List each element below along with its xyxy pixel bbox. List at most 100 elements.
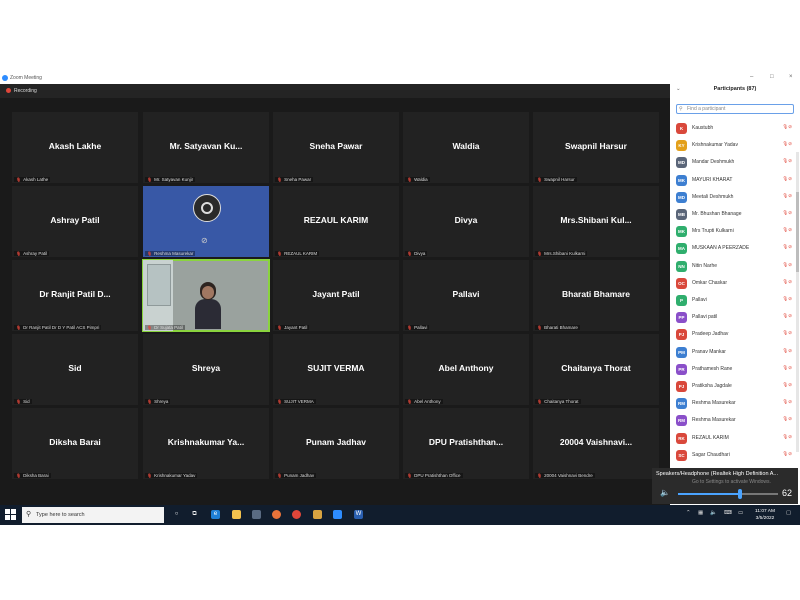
tile-label-text: Divya — [414, 251, 426, 256]
video-tile[interactable]: REZAUL KARIM 🎙 REZAUL KARIM — [273, 186, 399, 257]
network-icon[interactable]: ▦ — [698, 510, 703, 516]
participant-row[interactable]: MB Mr. Bhushan Bhanage 🎙⊘ — [670, 206, 796, 223]
participant-row[interactable]: PR Prathamesh Rane 🎙⊘ — [670, 361, 796, 378]
video-tile[interactable]: Ashray Patil 🎙 Ashray Patil — [12, 186, 138, 257]
participant-row[interactable]: MD Mandar Deshmukh 🎙⊘ — [670, 154, 796, 171]
chevron-down-icon[interactable]: ⌄ — [676, 86, 681, 92]
taskbar-search-placeholder: Type here to search — [36, 512, 85, 518]
taskbar-clock[interactable]: 11:07 AM 3/5/2022 — [750, 508, 780, 522]
tile-label-text: Punam Jadhav — [284, 473, 315, 478]
video-tile[interactable]: Dr Ranjit Patil D... 🎙 Dr Ranjit Patil Dr … — [12, 260, 138, 331]
participant-avatar: RK — [676, 432, 687, 444]
task-view-icon[interactable]: ⧉ — [190, 510, 199, 519]
tile-label-text: Dr Sujata Patil — [154, 325, 183, 330]
video-tile[interactable]: Swapnil Harsur 🎙 Swapnil Harsur — [533, 112, 659, 183]
participant-row[interactable]: MK MAYURI KHARAT 🎙⊘ — [670, 172, 796, 189]
video-tile[interactable]: 20004 Vaishnavi... 🎙 20004 Vaishnavi Bendr… — [533, 408, 659, 479]
video-tile[interactable]: DPU Pratishthan... 🎙 DPU Pratishthan Offic… — [403, 408, 529, 479]
participant-row[interactable]: PM Pranav Mankar 🎙⊘ — [670, 344, 796, 361]
tile-display-name: Sid — [68, 363, 82, 373]
tile-name-label: 🎙 Akash Lathe — [14, 177, 51, 182]
participant-row[interactable]: MA MUSKAAN A PEERZADE 🎙⊘ — [670, 240, 796, 257]
maximize-icon[interactable]: □ — [770, 74, 774, 80]
tile-display-name: Waldia — [452, 141, 480, 151]
clock-date: 3/5/2022 — [755, 516, 775, 521]
video-tile[interactable]: Bharati Bhamare 🎙 Bharati Bhamare — [533, 260, 659, 331]
close-icon[interactable]: × — [789, 74, 793, 80]
participant-row[interactable]: MK Mrs Trupti Kulkarni 🎙⊘ — [670, 223, 796, 240]
firefox-icon[interactable] — [272, 510, 281, 519]
participant-search-input[interactable]: ⚲ Find a participant — [676, 104, 794, 114]
video-tile[interactable]: Divya 🎙 Divya — [403, 186, 529, 257]
participant-list-scrollbar-thumb[interactable] — [796, 192, 799, 272]
video-tile[interactable]: Shreya 🎙 Shreya — [143, 334, 269, 405]
participant-name: Mr. Bhushan Bhanage — [692, 211, 742, 217]
video-tile[interactable]: Sneha Pawar 🎙 Sneha Pawar — [273, 112, 399, 183]
tile-label-text: Jayant Patil — [284, 325, 308, 330]
mic-muted-icon: 🎙 — [16, 325, 22, 330]
cortana-icon[interactable]: ○ — [172, 510, 181, 519]
video-tile[interactable]: Mrs.Shibani Kul... 🎙 Mrs.Shibani Kulkarni — [533, 186, 659, 257]
tray-chevron-up-icon[interactable]: ⌃ — [686, 510, 691, 516]
mic-muted-icon: 🎙 — [407, 473, 413, 478]
tile-name-label: 🎙 Dr Sujata Patil — [145, 325, 185, 330]
folder-icon[interactable] — [313, 510, 322, 519]
participant-row[interactable]: NN Nitin Narhe 🎙⊘ — [670, 258, 796, 275]
battery-icon[interactable]: ▭ — [738, 510, 743, 516]
participant-avatar: P — [676, 295, 687, 306]
participant-list[interactable]: K Kaustubh 🎙⊘ KY Krishnakumar Yadav 🎙⊘ MD Manda… — [670, 120, 796, 465]
participant-name: Krishnakumar Yadav — [692, 142, 738, 149]
tile-display-name: Pallavi — [452, 289, 480, 299]
participant-row[interactable]: PJ Pradeep Jadhav 🎙⊘ — [670, 326, 796, 343]
video-tile[interactable]: Sid 🎙 Sid — [12, 334, 138, 405]
participant-row[interactable]: OC Omkar Chaskar 🎙⊘ — [670, 275, 796, 292]
zoom-taskbar-icon[interactable] — [333, 510, 342, 519]
speaker-icon[interactable]: 🔈 — [660, 488, 670, 497]
participant-row[interactable]: SC Sagar Chaudhari 🎙⊘ — [670, 447, 796, 464]
video-tile[interactable]: Pallavi 🎙 Pallavi — [403, 260, 529, 331]
volume-tray-icon[interactable]: 🔈 — [710, 510, 717, 516]
windows-start-icon[interactable] — [5, 509, 17, 521]
participant-row[interactable]: KY Krishnakumar Yadav 🎙⊘ — [670, 137, 796, 154]
store-icon[interactable] — [252, 510, 261, 519]
word-icon[interactable]: W — [354, 510, 363, 519]
language-icon[interactable]: ⌨ — [724, 510, 732, 516]
video-tile[interactable]: Waldia 🎙 Waldia — [403, 112, 529, 183]
participant-row[interactable]: PP Pallavi patil 🎙⊘ — [670, 309, 796, 326]
participant-row[interactable]: K Kaustubh 🎙⊘ — [670, 120, 796, 137]
tile-label-text: Bharati Bhamare — [544, 325, 578, 330]
participant-row[interactable]: RK REZAUL KARIM 🎙⊘ — [670, 430, 796, 447]
video-tile[interactable]: Mr. Satyavan Ku... 🎙 Mr. Satyavan Kunjir — [143, 112, 269, 183]
participant-row[interactable]: RM Reshma Masurekar 🎙⊘ — [670, 412, 796, 429]
tile-display-name: Jayant Patil — [312, 289, 360, 299]
participant-row[interactable]: MD Meetali Deshmukh 🎙⊘ — [670, 189, 796, 206]
video-tile[interactable]: Chaitanya Thorat 🎙 Chaitanya Thorat — [533, 334, 659, 405]
file-explorer-icon[interactable] — [232, 510, 241, 519]
notification-icon[interactable]: ▢ — [786, 510, 791, 516]
participant-row[interactable]: RM Reshma Masurekar 🎙⊘ — [670, 395, 796, 412]
volume-slider-handle[interactable] — [738, 489, 742, 499]
chrome-icon[interactable] — [292, 510, 301, 519]
video-tile[interactable]: Punam Jadhav 🎙 Punam Jadhav — [273, 408, 399, 479]
video-tile[interactable]: SUJIT VERMA 🎙 SUJIT VERMA — [273, 334, 399, 405]
edge-icon[interactable]: e — [211, 510, 220, 519]
participant-name: Omkar Chaskar — [692, 279, 728, 286]
audio-device-name[interactable]: Speakers/Headphone (Realtek High Definit… — [656, 471, 796, 477]
tile-label-text: Sid — [23, 399, 30, 404]
video-tile[interactable]: Akash Lakhe 🎙 Akash Lathe — [12, 112, 138, 183]
video-tile[interactable]: 🎙 Dr Sujata Patil — [142, 259, 270, 332]
taskbar-search-box[interactable]: ⚲ Type here to search — [22, 507, 164, 523]
video-tile[interactable]: Jayant Patil 🎙 Jayant Patil — [273, 260, 399, 331]
video-tile[interactable]: ⊘ 🎙 Reshma Masurekar — [143, 186, 269, 257]
video-grid: Akash Lakhe 🎙 Akash Lathe Mr. Satyavan Ku..… — [12, 112, 668, 479]
mic-video-off-icon: 🎙⊘ — [782, 382, 792, 387]
video-tile[interactable]: Diksha Barai 🎙 Diksha Barai — [12, 408, 138, 479]
minimize-icon[interactable]: – — [750, 74, 753, 80]
participant-name: Nitin Narhe — [692, 262, 718, 269]
video-tile[interactable]: Abel Anthony 🎙 Abel Anthony — [403, 334, 529, 405]
participant-row[interactable]: PJ Pratiksha Jagdale 🎙⊘ — [670, 378, 796, 395]
mic-video-off-icon: 🎙⊘ — [782, 347, 792, 353]
participant-row[interactable]: P Pallavi 🎙⊘ — [670, 292, 796, 309]
mic-muted-icon: 🎙 — [16, 177, 22, 182]
video-tile[interactable]: Krishnakumar Ya... 🎙 Krishnakumar Yadav — [143, 408, 269, 479]
